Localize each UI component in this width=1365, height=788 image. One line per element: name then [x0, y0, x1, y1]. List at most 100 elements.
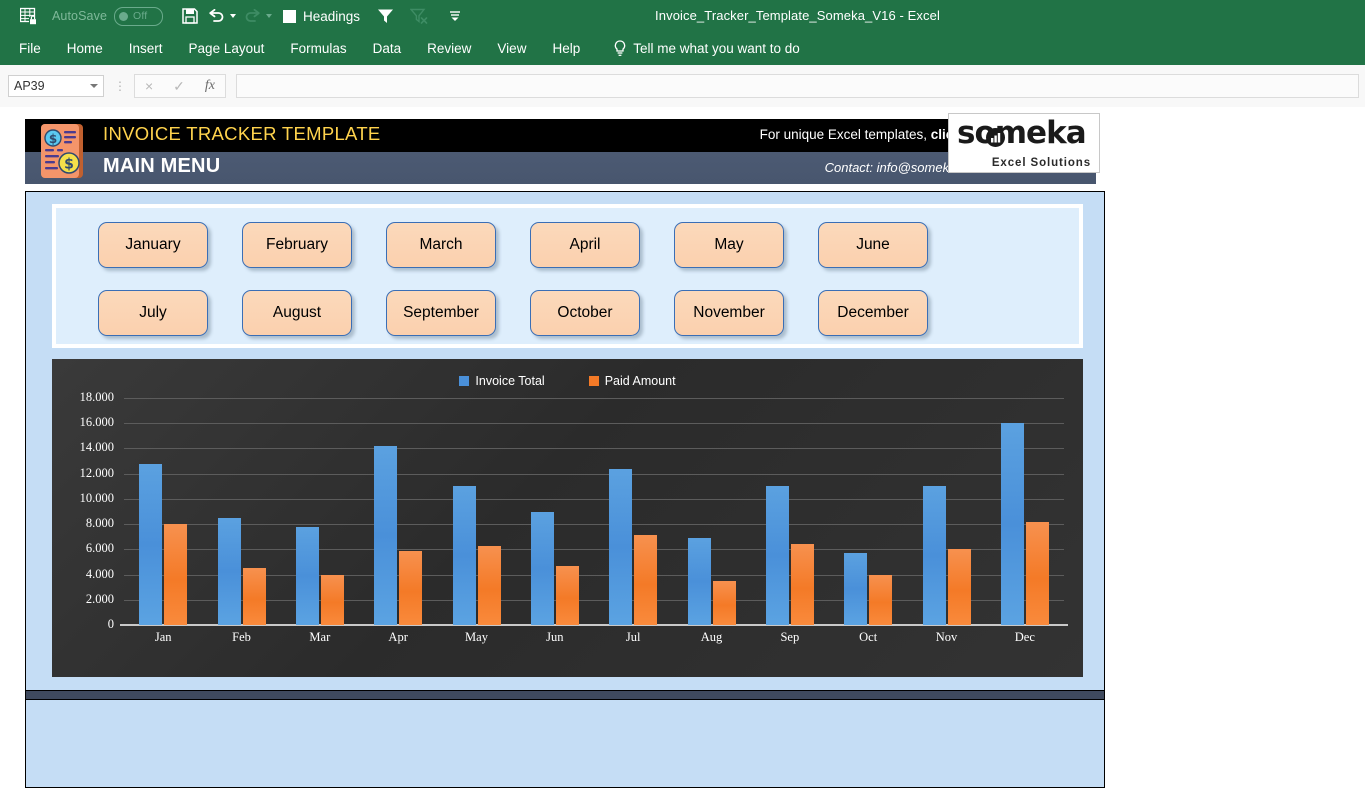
y-axis-tick-label: 6.000: [85, 541, 114, 556]
bar-may-paid-amount: [477, 545, 501, 625]
formula-input[interactable]: [236, 74, 1359, 98]
tab-file[interactable]: File: [6, 32, 54, 65]
chart-plot-area: Jan Feb Mar Apr May Jun Jul Aug Sep Oct Nov Dec: [120, 398, 1068, 644]
cancel-icon[interactable]: ×: [145, 78, 153, 94]
lightbulb-icon: [615, 40, 626, 56]
month-row-first-half: January February March April May June: [56, 222, 1087, 270]
bar-nov-invoice-total: [922, 486, 946, 625]
tab-insert[interactable]: Insert: [116, 32, 176, 65]
x-axis-tick-label: Jun: [546, 630, 564, 644]
legend-label: Paid Amount: [604, 374, 676, 388]
chart-bubble-icon: [986, 128, 1005, 147]
bar-mar-paid-amount: [320, 574, 344, 625]
tell-me-box[interactable]: Tell me what you want to do: [613, 40, 800, 57]
insert-function-icon[interactable]: fx: [205, 78, 215, 94]
headings-checkbox[interactable]: [283, 9, 297, 23]
y-axis-tick-label: 16.000: [79, 415, 114, 430]
bar-oct-paid-amount: [869, 574, 893, 625]
bar-jul-invoice-total: [609, 468, 633, 625]
invoice-icon: $ $: [36, 122, 92, 180]
undo-dropdown-icon[interactable]: [230, 14, 237, 18]
bar-group: [374, 398, 423, 625]
y-axis-tick-label: 12.000: [79, 465, 114, 480]
someka-logo[interactable]: someka Excel Solutions: [948, 113, 1100, 173]
undo-icon[interactable]: [203, 3, 229, 29]
month-button-december[interactable]: December: [818, 290, 928, 336]
bar-group: [609, 398, 658, 625]
x-axis-tick-label: Sep: [780, 630, 800, 644]
lower-section-divider: [26, 690, 1104, 700]
tab-review[interactable]: Review: [414, 32, 484, 65]
x-axis-tick-label: Nov: [935, 630, 958, 644]
formula-bar-grip[interactable]: ⋮: [114, 80, 126, 92]
legend-swatch-icon: [588, 376, 599, 386]
svg-text:$: $: [64, 157, 74, 173]
month-button-january[interactable]: January: [98, 222, 208, 268]
month-button-march[interactable]: March: [386, 222, 496, 268]
bar-feb-invoice-total: [217, 517, 241, 625]
tab-data[interactable]: Data: [360, 32, 415, 65]
quick-access-toolbar: AutoSave Off Headings: [0, 0, 468, 32]
month-button-september[interactable]: September: [386, 290, 496, 336]
headings-label: Headings: [303, 8, 361, 24]
month-button-august[interactable]: August: [242, 290, 352, 336]
bar-group: [844, 398, 893, 625]
x-axis-tick-label: Oct: [859, 630, 878, 644]
autosave-toggle[interactable]: Off: [114, 6, 164, 26]
tab-home[interactable]: Home: [54, 32, 116, 65]
month-button-april[interactable]: April: [530, 222, 640, 268]
tab-help[interactable]: Help: [539, 32, 593, 65]
name-box-value: AP39: [14, 79, 45, 93]
tell-me-label: Tell me what you want to do: [633, 41, 800, 56]
enter-icon[interactable]: ✓: [173, 78, 185, 95]
x-axis-tick-label: Apr: [388, 630, 408, 644]
save-icon[interactable]: [177, 3, 203, 29]
bar-jan-paid-amount: [164, 524, 188, 625]
bar-may-invoice-total: [452, 486, 476, 625]
chart-legend: Invoice Total Paid Amount: [52, 374, 1083, 388]
name-box[interactable]: AP39: [8, 75, 104, 97]
bar-group: [452, 398, 501, 625]
x-axis-tick-label: May: [465, 630, 488, 644]
clear-filter-icon: [406, 3, 432, 29]
tab-page-layout[interactable]: Page Layout: [176, 32, 278, 65]
bar-dec-invoice-total: [1000, 423, 1024, 625]
tab-view[interactable]: View: [484, 32, 539, 65]
ribbon-tab-bar: File Home Insert Page Layout Formulas Da…: [0, 32, 1365, 65]
bar-aug-paid-amount: [712, 580, 736, 625]
bar-jun-paid-amount: [555, 565, 579, 625]
tab-formulas[interactable]: Formulas: [277, 32, 359, 65]
bar-group: [139, 398, 188, 625]
bar-jun-invoice-total: [530, 511, 554, 625]
month-button-june[interactable]: June: [818, 222, 928, 268]
month-row-second-half: July August September October November D…: [56, 290, 1087, 338]
x-axis-tick-label: Jan: [154, 630, 172, 644]
bar-group: [295, 398, 344, 625]
chevron-down-icon[interactable]: [90, 84, 98, 88]
bar-feb-paid-amount: [242, 568, 266, 625]
bar-aug-invoice-total: [687, 537, 711, 625]
legend-item-2: Paid Amount: [588, 374, 676, 388]
bar-oct-invoice-total: [844, 553, 868, 625]
month-button-may[interactable]: May: [674, 222, 784, 268]
y-axis-tick-label: 14.000: [79, 440, 114, 455]
y-axis-tick-label: 2.000: [85, 591, 114, 606]
month-button-november[interactable]: November: [674, 290, 784, 336]
bar-jan-invoice-total: [139, 463, 163, 625]
legend-swatch-icon: [459, 376, 470, 386]
month-button-october[interactable]: October: [530, 290, 640, 336]
excel-lock-icon[interactable]: [16, 0, 42, 32]
autosave-state: Off: [133, 10, 148, 22]
autosave-knob: [119, 11, 129, 21]
bar-group: [1000, 398, 1049, 625]
invoice-summary-chart: Invoice Total Paid Amount 0 2.000 4.000 6.00…: [52, 359, 1083, 677]
someka-tagline: Excel Solutions: [991, 157, 1091, 169]
month-button-february[interactable]: February: [242, 222, 352, 268]
month-button-july[interactable]: July: [98, 290, 208, 336]
filter-icon[interactable]: [372, 3, 398, 29]
worksheet-area: $ $ INVOICE TRACKER TEMPLATE MAIN MENU F…: [0, 107, 1365, 788]
x-axis-tick-label: Aug: [700, 630, 723, 644]
autosave-label: AutoSave: [52, 9, 108, 23]
customize-qat-icon[interactable]: [442, 3, 468, 29]
sheet-right-margin: [1106, 107, 1365, 700]
